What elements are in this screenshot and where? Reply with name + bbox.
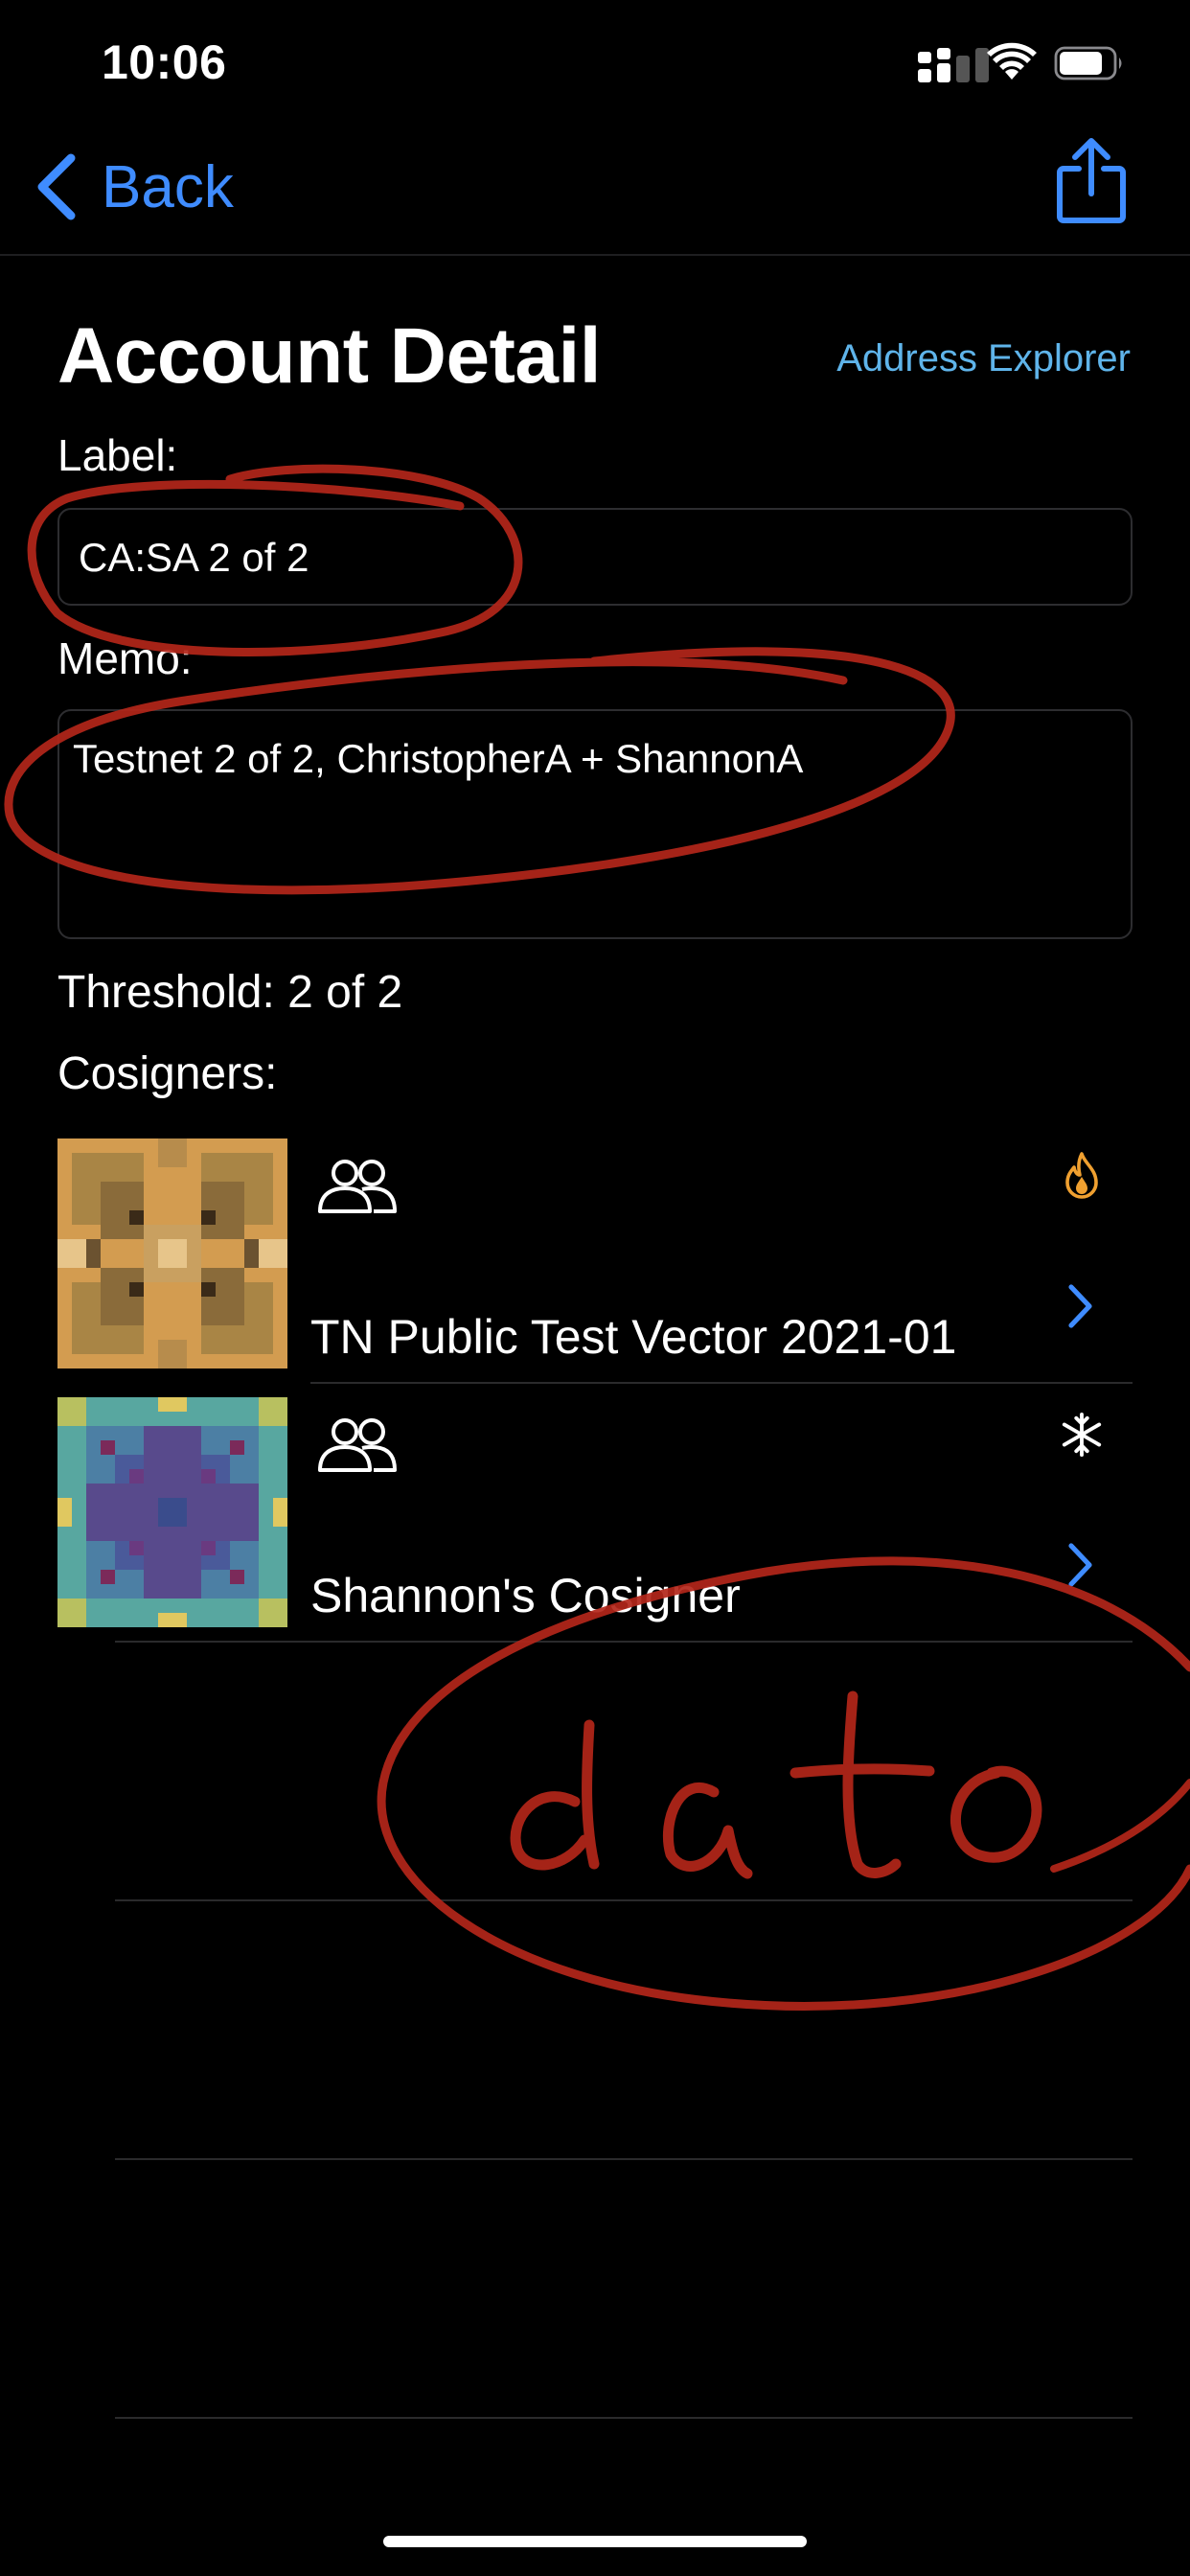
people-icon: [318, 1418, 397, 1472]
cosigner-row[interactable]: Shannon's Cosigner: [0, 1397, 1190, 1643]
cosigners-caption: Cosigners:: [57, 1048, 278, 1099]
fire-icon: [1065, 1152, 1098, 1199]
battery-icon: [1054, 46, 1122, 80]
cosigner-lifehash-image: [57, 1138, 287, 1368]
home-indicator[interactable]: [383, 2536, 807, 2547]
label-field[interactable]: CA:SA 2 of 2: [57, 508, 1133, 606]
row-divider: [115, 1641, 1133, 1643]
nav-divider: [0, 254, 1190, 256]
chevron-right-icon[interactable]: [1065, 1282, 1094, 1330]
empty-row-divider: [115, 1899, 1133, 1901]
empty-row-divider: [115, 2417, 1133, 2419]
cosigner-row[interactable]: TN Public Test Vector 2021-01: [0, 1138, 1190, 1384]
people-icon: [318, 1160, 397, 1213]
back-label: Back: [102, 153, 234, 220]
row-divider: [310, 1382, 1133, 1384]
chevron-left-icon: [37, 153, 76, 220]
status-time: 10:06: [102, 35, 227, 89]
chevron-right-icon[interactable]: [1065, 1541, 1094, 1589]
cosigner-name: Shannon's Cosigner: [310, 1569, 741, 1622]
snowflake-icon: [1062, 1413, 1102, 1457]
cosigner-name: TN Public Test Vector 2021-01: [310, 1310, 957, 1364]
share-icon[interactable]: [1056, 136, 1127, 224]
label-caption: Label:: [57, 430, 178, 480]
memo-field[interactable]: Testnet 2 of 2, ChristopherA + ShannonA: [57, 709, 1133, 939]
wifi-icon: [987, 42, 1037, 80]
memo-caption: Memo:: [57, 633, 193, 683]
threshold-text: Threshold: 2 of 2: [57, 967, 403, 1018]
page-title: Account Detail: [57, 312, 602, 400]
cosigner-lifehash-image: [57, 1397, 287, 1627]
back-button[interactable]: Back: [34, 144, 234, 230]
address-explorer-link[interactable]: Address Explorer: [836, 337, 1131, 380]
empty-row-divider: [115, 2158, 1133, 2160]
